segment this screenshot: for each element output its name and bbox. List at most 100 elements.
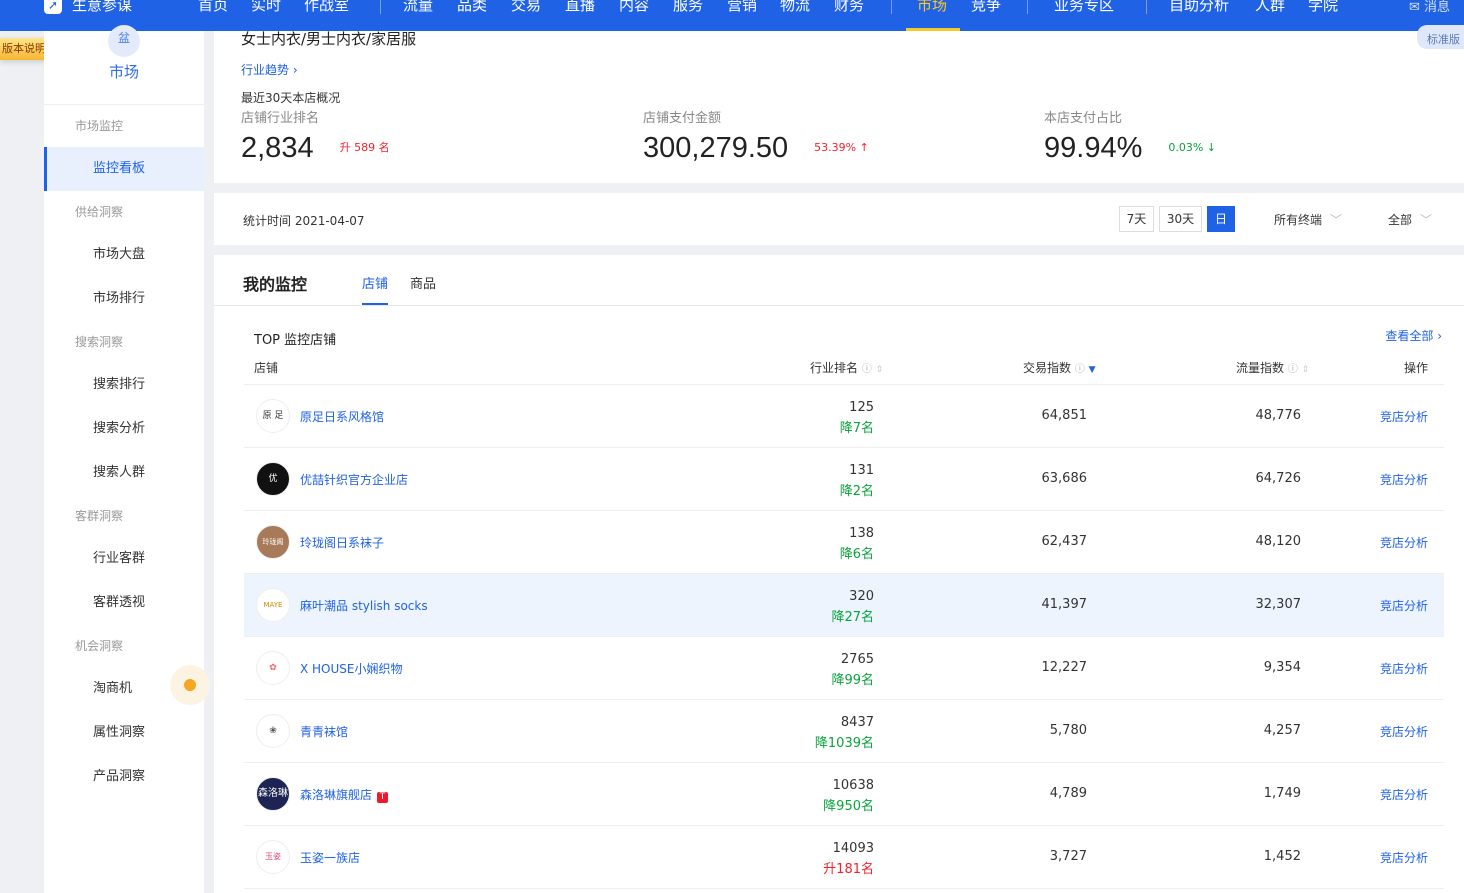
- shop-name-link[interactable]: X HOUSE小娴织物: [300, 660, 403, 677]
- nav-item[interactable]: 作战室: [304, 0, 349, 15]
- shop-name-link[interactable]: 优喆针织官方企业店: [300, 471, 408, 488]
- competitor-analysis-link[interactable]: 竞店分析: [1380, 786, 1428, 803]
- rank-cell: 125 降7名: [840, 397, 874, 439]
- shop-logo: ✿: [256, 651, 290, 685]
- competitor-analysis-link[interactable]: 竞店分析: [1380, 849, 1428, 866]
- col-rank[interactable]: 行业排名 ⓘ ⇕: [810, 359, 883, 376]
- sort-desc-icon[interactable]: ▼: [1089, 365, 1096, 375]
- market-icon: 盆: [108, 25, 140, 57]
- messages-label: 消息: [1423, 0, 1450, 15]
- table-row: ❀ 青青袜馆 8437 降1039名 5,780 4,257 竞店分析: [244, 700, 1444, 763]
- nav-item[interactable]: 实时: [251, 0, 281, 15]
- trade-index: 12,227: [1041, 660, 1088, 675]
- col-traffic[interactable]: 流量指数 ⓘ ⇕: [1236, 359, 1309, 376]
- period-7d-button[interactable]: 7天: [1119, 206, 1154, 232]
- rank-cell: 2765 降99名: [831, 649, 874, 691]
- help-icon[interactable]: ⓘ: [862, 364, 872, 375]
- sidebar-item[interactable]: 搜索排行: [44, 363, 204, 407]
- nav-item[interactable]: 市场: [917, 0, 947, 15]
- nav-item[interactable]: 直播: [565, 0, 595, 15]
- shop-name-link[interactable]: 麻叶潮品 stylish socks: [300, 597, 428, 614]
- view-all-link[interactable]: 查看全部 ›: [1385, 327, 1442, 344]
- nav-item[interactable]: 品类: [457, 0, 487, 15]
- messages-button[interactable]: ✉ 消息: [1409, 0, 1450, 15]
- shop-name-link[interactable]: 青青袜馆: [300, 723, 348, 740]
- nav-item[interactable]: 营销: [727, 0, 757, 15]
- period-30d-button[interactable]: 30天: [1159, 206, 1202, 232]
- period-day-button[interactable]: 日: [1207, 206, 1235, 232]
- category-title: 女士内衣/男士内衣/家居服: [241, 30, 417, 48]
- traffic-index: 64,726: [1255, 471, 1302, 486]
- sidebar-item[interactable]: 搜索人群: [44, 451, 204, 495]
- table-row: 玉姿 玉姿一族店 14093 升181名 3,727 1,452 竞店分析: [244, 826, 1444, 889]
- table-row: 玲珑阁 玲珑阁日系袜子 138 降6名 62,437 48,120 竞店分析: [244, 511, 1444, 574]
- nav-item[interactable]: 财务: [834, 0, 864, 15]
- sort-icon[interactable]: ⇕: [1302, 365, 1310, 375]
- sidebar-item[interactable]: 监控看板: [44, 147, 204, 191]
- terminal-select[interactable]: 所有终端 ﹀: [1274, 211, 1342, 228]
- nav-item[interactable]: 业务专区: [1054, 0, 1114, 15]
- edition-badge[interactable]: 标准版: [1417, 25, 1464, 49]
- nav-item[interactable]: 服务: [673, 0, 703, 15]
- kpi-change: 升 589 名: [339, 141, 390, 154]
- module-label: 市场: [108, 63, 139, 81]
- nav-item[interactable]: 交易: [511, 0, 541, 15]
- kpi-block: 店铺行业排名 2,834 升 589 名: [241, 107, 390, 165]
- shop-name-link[interactable]: 原足日系风格馆: [300, 408, 384, 425]
- sort-icon[interactable]: ⇕: [876, 365, 884, 375]
- industry-trend-link[interactable]: 行业趋势 ›: [241, 61, 298, 78]
- nav-item[interactable]: 人群: [1255, 0, 1285, 15]
- rank-cell: 320 降27名: [831, 586, 874, 628]
- chevron-down-icon: ﹀: [1330, 213, 1343, 227]
- sidebar-item[interactable]: 客群透视: [44, 581, 204, 625]
- section-title: TOP 监控店铺: [254, 333, 337, 348]
- shop-name: 优喆针织官方企业店: [300, 473, 409, 487]
- floating-dot-button[interactable]: [170, 665, 210, 705]
- rank-cell: 14093 升181名: [823, 838, 874, 880]
- rank-cell: 8437 降1039名: [815, 712, 874, 754]
- col-trade[interactable]: 交易指数 ⓘ ▼: [1023, 359, 1096, 376]
- competitor-analysis-link[interactable]: 竞店分析: [1380, 660, 1428, 677]
- nav-item[interactable]: 物流: [780, 0, 810, 15]
- help-icon[interactable]: ⓘ: [1288, 364, 1298, 375]
- sidebar-item[interactable]: 市场大盘: [44, 233, 204, 277]
- nav-item[interactable]: 流量: [403, 0, 433, 15]
- terminal-value: 所有终端: [1274, 213, 1323, 227]
- help-icon[interactable]: ⓘ: [1075, 364, 1085, 375]
- rank-change: 降950名: [823, 799, 874, 814]
- col-trade-label: 交易指数: [1023, 361, 1072, 375]
- competitor-analysis-link[interactable]: 竞店分析: [1380, 597, 1428, 614]
- competitor-analysis-link[interactable]: 竞店分析: [1380, 723, 1428, 740]
- nav-item[interactable]: 首页: [198, 0, 228, 15]
- rank-cell: 10638 降950名: [823, 775, 874, 817]
- shop-name-link[interactable]: 玲珑阁日系袜子: [300, 534, 384, 551]
- sidebar-item[interactable]: 搜索分析: [44, 407, 204, 451]
- table-header: 店铺 行业排名 ⓘ ⇕ 交易指数 ⓘ ▼ 流量指数 ⓘ ⇕ 操作: [244, 351, 1444, 385]
- tab-shops[interactable]: 店铺: [362, 273, 389, 305]
- brand-logo[interactable]: ➚ 生意参谋: [44, 0, 132, 15]
- competitor-analysis-link[interactable]: 竞店分析: [1380, 534, 1428, 551]
- tab-products[interactable]: 商品: [410, 273, 436, 305]
- nav-item[interactable]: 自助分析: [1169, 0, 1229, 15]
- traffic-index: 48,120: [1255, 534, 1302, 549]
- sidebar: 盆 市场 市场监控 监控看板 供给洞察 市场大盘 市场排行 搜索洞察 搜索排行 搜索分析 搜索人…: [44, 25, 210, 893]
- traffic-index: 4,257: [1263, 723, 1301, 738]
- rank-change: 降6名: [839, 547, 874, 562]
- shop-name-link[interactable]: 森洛琳旗舰店 T: [300, 786, 389, 803]
- sidebar-item[interactable]: 产品洞察: [44, 755, 204, 799]
- sidebar-item[interactable]: 市场排行: [44, 277, 204, 321]
- col-action: 操作: [1404, 361, 1429, 375]
- competitor-analysis-link[interactable]: 竞店分析: [1380, 471, 1428, 488]
- nav-item[interactable]: 内容: [619, 0, 649, 15]
- nav-item[interactable]: 学院: [1308, 0, 1338, 15]
- trade-index: 63,686: [1041, 471, 1088, 486]
- sidebar-item[interactable]: 属性洞察: [44, 711, 204, 755]
- sidebar-item[interactable]: 行业客群: [44, 537, 204, 581]
- competitor-analysis-link[interactable]: 竞店分析: [1380, 408, 1428, 425]
- kpi-change: 0.03% ↓: [1168, 141, 1217, 154]
- scope-select[interactable]: 全部 ﹀: [1388, 211, 1432, 228]
- col-rank-label: 行业排名: [810, 361, 859, 375]
- shop-name: 玉姿一族店: [300, 851, 361, 865]
- nav-item[interactable]: 竞争: [971, 0, 1001, 15]
- shop-name-link[interactable]: 玉姿一族店: [300, 849, 360, 866]
